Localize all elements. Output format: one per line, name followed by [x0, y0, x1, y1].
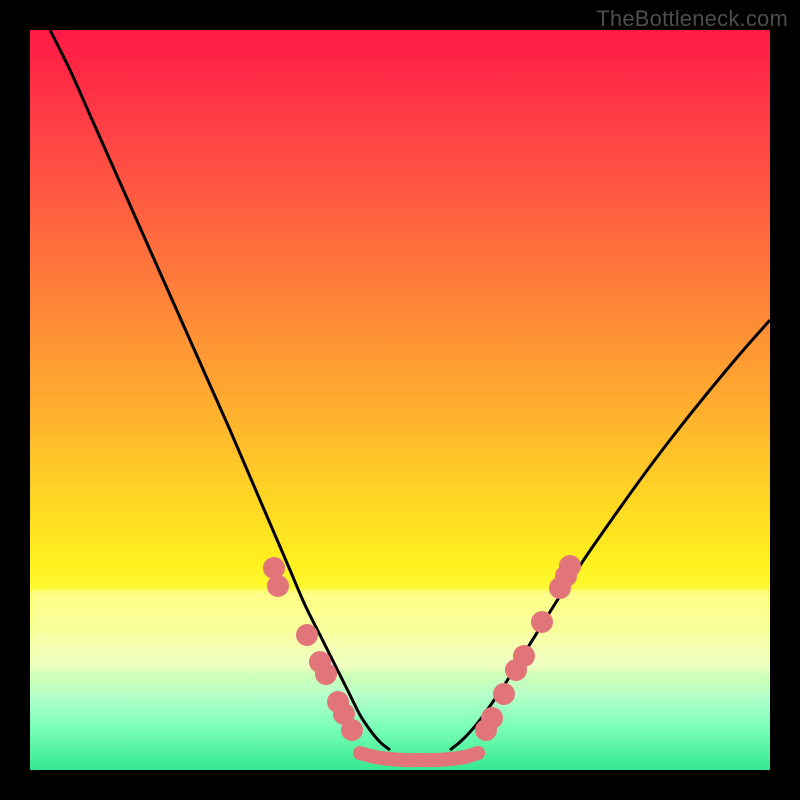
- data-point: [267, 575, 289, 597]
- plot-area: [30, 30, 770, 770]
- data-point: [531, 611, 553, 633]
- data-point: [493, 683, 515, 705]
- data-point: [315, 663, 337, 685]
- scatter-left-dots: [263, 557, 363, 741]
- data-point: [341, 719, 363, 741]
- data-point: [513, 645, 535, 667]
- chart-stage: TheBottleneck.com: [0, 0, 800, 800]
- curve-overlay: [30, 30, 770, 770]
- data-point: [481, 707, 503, 729]
- series-valley-floor: [360, 753, 478, 760]
- data-point: [296, 624, 318, 646]
- series-left-curve: [50, 30, 390, 750]
- data-point: [559, 555, 581, 577]
- watermark-text: TheBottleneck.com: [596, 6, 788, 32]
- scatter-right-dots: [475, 555, 581, 741]
